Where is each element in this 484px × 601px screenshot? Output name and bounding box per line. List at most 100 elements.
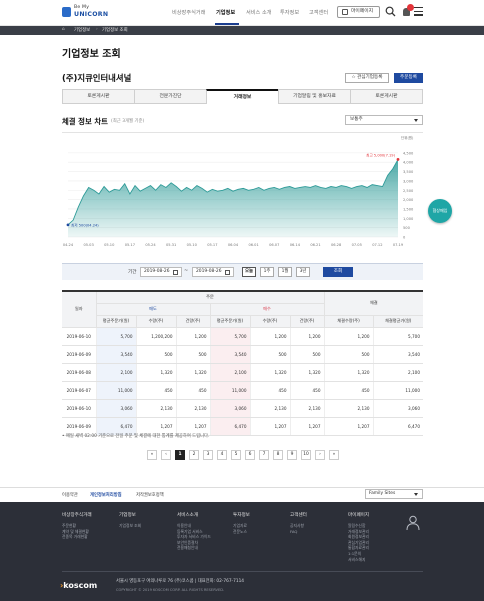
- hamburger-menu-icon[interactable]: [414, 7, 423, 16]
- row-value-cell: 2,100: [95, 363, 136, 382]
- wallet-icon: [342, 9, 348, 15]
- row-value-cell: 1,207: [249, 417, 290, 436]
- period-1month-button[interactable]: 1월: [278, 267, 292, 277]
- footer-link[interactable]: 회원정보관리: [348, 534, 369, 540]
- min-label: 최저 500(04.24): [71, 222, 99, 227]
- search-icon[interactable]: [385, 6, 396, 17]
- calendar-icon[interactable]: [225, 269, 230, 275]
- row-value-cell: 5,700: [372, 327, 423, 346]
- nav-invest-info[interactable]: 투자정보: [280, 9, 299, 16]
- footer-col-service: 서비스소개 이용안내 등록기업 서비스 투자자 서비스 가이드 보안인증절차 전…: [177, 512, 211, 551]
- footer-link[interactable]: 전문노스: [233, 529, 250, 535]
- page-button[interactable]: 5: [231, 450, 241, 460]
- footer-link[interactable]: FAQ: [290, 529, 307, 535]
- row-value-cell: 3,540: [372, 345, 423, 364]
- order-register-button[interactable]: 주문등록: [394, 73, 423, 83]
- col-avg-price: 평균주문가(원): [95, 315, 136, 328]
- footer-link[interactable]: 전종목 거래현황: [62, 534, 92, 540]
- y-tick-label: 0: [403, 236, 406, 240]
- page-button[interactable]: 7: [259, 450, 269, 460]
- nav-customer-center[interactable]: 고객센터: [309, 9, 328, 16]
- footer-link[interactable]: 기업정보 조회: [119, 523, 141, 529]
- page-button[interactable]: 9: [287, 450, 297, 460]
- chevron-down-icon: [414, 119, 418, 122]
- col-qty: 수량(주): [135, 315, 176, 328]
- row-value-cell: 450: [323, 381, 373, 400]
- date-from-input[interactable]: 2019-08-26: [140, 267, 182, 277]
- nav-company-info[interactable]: 기업정보: [216, 9, 235, 16]
- y-tick-label: 3,000: [403, 179, 414, 183]
- row-value-cell: 3,540: [95, 345, 136, 364]
- price-area: [68, 159, 398, 237]
- stock-type-select[interactable]: 보통주: [345, 115, 423, 125]
- date-to-input[interactable]: 2019-08-26: [192, 267, 234, 277]
- tab-trade-info[interactable]: 거래정보: [206, 89, 278, 104]
- col-date-header: 일자: [62, 290, 96, 328]
- tab-notices-pr[interactable]: 기업알림 및 홍보자료: [278, 89, 350, 104]
- col-avg-price: 평균주문가(원): [209, 315, 250, 328]
- page-button[interactable]: 8: [273, 450, 283, 460]
- family-sites-select[interactable]: Family Sites: [365, 489, 423, 499]
- page-last-button[interactable]: »: [329, 450, 339, 460]
- page-button[interactable]: 2: [189, 450, 199, 460]
- breadcrumb-company-info[interactable]: 기업정보: [74, 27, 90, 33]
- page-button[interactable]: 3: [203, 450, 213, 460]
- row-date-cell: 2019-06-09: [62, 345, 96, 364]
- row-value-cell: 2,130: [289, 399, 324, 418]
- y-tick-label: 500: [403, 226, 411, 230]
- row-value-cell: 2,130: [175, 399, 210, 418]
- period-3year-button[interactable]: 3년: [296, 267, 310, 277]
- period-1week-button[interactable]: 1주: [260, 267, 274, 277]
- notification-bell-icon[interactable]: [400, 4, 414, 19]
- page-first-button[interactable]: «: [147, 450, 157, 460]
- copyright-text: COPYRIGHT © 2019 KOSCOM CORP. ALL RIGHTS…: [116, 588, 225, 592]
- home-icon[interactable]: ⌂: [62, 27, 65, 32]
- nav-stock-trade[interactable]: 비상장주식거래: [172, 9, 205, 16]
- active-nav-underline: [215, 23, 239, 25]
- footer-link[interactable]: 투자자 서비스 가이드: [177, 534, 211, 540]
- pagination: « ‹ 1 2 3 4 5 6 7 8 9 10 › »: [147, 450, 339, 460]
- user-profile-icon[interactable]: [406, 515, 420, 531]
- tab-expert-diagnosis[interactable]: 전문가진단: [134, 89, 206, 104]
- negotiated-purchase-badge[interactable]: 협상매입: [428, 199, 452, 223]
- row-value-cell: 3,060: [372, 399, 423, 418]
- footer-col-trade: 비상장주식거래 주문현황 계약 및 체결현황 전종목 거래현황: [62, 512, 92, 540]
- nav-service-intro[interactable]: 서비스 소개: [246, 9, 272, 16]
- date-range-separator: ~: [184, 268, 189, 274]
- page-button[interactable]: 10: [301, 450, 311, 460]
- site-logo[interactable]: Be My UNICORN: [62, 5, 126, 21]
- period-today-button[interactable]: 오늘: [242, 267, 256, 277]
- page-button[interactable]: 4: [217, 450, 227, 460]
- lookup-button[interactable]: 조회: [323, 267, 353, 277]
- row-value-cell: 450: [135, 381, 176, 400]
- breadcrumb-separator: ›: [96, 27, 98, 32]
- page-prev-button[interactable]: ‹: [161, 450, 171, 460]
- privacy-link[interactable]: 개인정보처리방침: [90, 492, 122, 498]
- page-title: 기업정보 조회: [62, 49, 121, 60]
- col-sell-header: 매수: [209, 303, 324, 316]
- page-button[interactable]: 6: [245, 450, 255, 460]
- footer-link[interactable]: 서비스해지: [348, 557, 369, 563]
- koscom-logo-text: koscom: [63, 581, 98, 590]
- row-value-cell: 500: [175, 345, 210, 364]
- terms-link[interactable]: 이용약관: [62, 492, 78, 498]
- row-value-cell: 11,000: [95, 381, 136, 400]
- page-button[interactable]: 1: [175, 450, 185, 460]
- tab-discussion[interactable]: 토론게시판: [62, 89, 134, 104]
- footer-col-heading: 투자정보: [233, 513, 250, 518]
- calendar-icon[interactable]: [173, 269, 178, 275]
- mypage-button[interactable]: 마이페이지: [337, 6, 380, 18]
- add-interest-button[interactable]: ☆ 관심기업등록: [345, 73, 389, 83]
- period-filter: 기간 2019-08-26 ~ 2019-08-26 오늘 1주 1월 3년 조…: [62, 263, 423, 280]
- y-tick-label: 4,500: [403, 151, 414, 155]
- x-tick-label: 07.19: [393, 243, 404, 247]
- footer-link[interactable]: 전용매칭안내: [177, 545, 211, 551]
- copyright-policy-link[interactable]: 저작권보호정책: [136, 492, 164, 498]
- row-value-cell: 1,200: [249, 327, 290, 346]
- page-next-button[interactable]: ›: [315, 450, 325, 460]
- row-value-cell: 3,060: [95, 399, 136, 418]
- min-point: [66, 223, 70, 227]
- table-row: 2019-06-09 3,540 500 500 3,540 500 500 500 3,540: [62, 345, 423, 364]
- table-row: 2019-06-07 11,000 450 450 11,000 450 450 450 11,…: [62, 381, 423, 400]
- tab-discussion-2[interactable]: 토론게시판: [350, 89, 423, 104]
